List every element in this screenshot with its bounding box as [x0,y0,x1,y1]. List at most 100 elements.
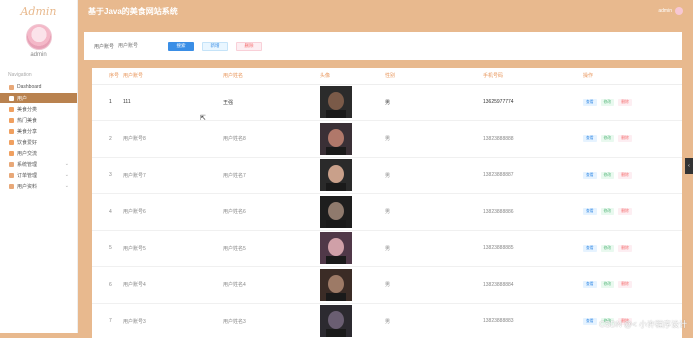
edit-button[interactable]: 修改 [600,171,615,179]
home-icon [9,84,14,90]
sidebar-item-2[interactable]: 美食分类 [0,104,77,114]
edit-button[interactable]: 修改 [600,208,615,216]
table-row[interactable]: 3 用户账号7 用户姓名7 男 13823888887 查看 修改 删除 [92,157,682,194]
user-photo[interactable] [320,122,352,155]
search-label: 用户账号 [94,43,115,50]
cell-actions: 查看 修改 删除 [580,230,682,267]
sidebar-item-label: Dashboard [17,84,42,90]
sidebar-item-8[interactable]: 订单管理 ⌄ [0,170,77,180]
sidebar-item-label: 美食分类 [17,106,38,113]
delete-row-button[interactable]: 删除 [618,171,632,179]
edit-button[interactable]: 修改 [600,244,615,252]
sidebar-item-6[interactable]: 用户交流 [0,148,77,158]
header-name[interactable]: 用户姓名 [220,68,317,85]
sidebar-item-9[interactable]: 用户资料 ⌄ [0,181,77,191]
add-button[interactable]: 新增 [202,41,229,51]
grid-icon [9,106,14,112]
edit-button[interactable]: 修改 [600,281,615,289]
delete-row-button[interactable]: 删除 [618,98,632,106]
sidebar-item-4[interactable]: 美食分享 [0,126,77,136]
cell-gender: 男 [382,120,480,158]
cell-gender: 男 [382,193,480,231]
user-photo[interactable] [320,268,352,301]
cell-gender: 男 [382,230,480,267]
delete-row-button[interactable]: 删除 [618,135,632,143]
watermark: CSDN @< 小许程序设计 [599,320,687,329]
collapse-toggle-icon[interactable]: ‹ [685,158,693,174]
cell-account: 用户账号6 [120,193,220,231]
sidebar-item-0[interactable]: Dashboard [0,82,77,92]
table-row[interactable]: 6 用户账号4 用户姓名4 男 13823888884 查看 修改 删除 [92,266,682,304]
sidebar-item-label: 用户交流 [17,150,38,157]
delete-row-button[interactable]: 删除 [618,244,632,252]
cell-actions: 查看 修改 删除 [580,266,682,304]
delete-button[interactable]: 删除 [236,41,263,51]
top-avatar[interactable] [675,7,683,15]
sidebar-item-1[interactable]: 用户 [0,93,77,103]
cell-index: 2 [106,120,120,158]
chevron-down-icon: ⌄ [64,161,69,167]
edit-button[interactable]: 修改 [600,98,615,106]
checkbox-cell [92,230,106,267]
view-button[interactable]: 查看 [583,171,597,179]
view-button[interactable]: 查看 [583,98,597,106]
grid-icon [9,117,14,123]
sidebar-item-7[interactable]: 系统管理 ⌄ [0,159,77,169]
sidebar-user-name: admin [30,52,47,58]
delete-row-button[interactable]: 删除 [618,208,632,216]
table-row[interactable]: 2 用户账号8 用户姓名8 男 13823888888 查看 修改 删除 [92,120,682,158]
search-button[interactable]: 搜索 [168,41,195,51]
grid-icon [9,139,14,145]
user-photo[interactable] [320,195,352,228]
cell-index: 4 [106,193,120,231]
user-photo[interactable] [320,86,352,119]
checkbox-cell [92,120,106,158]
user-photo[interactable] [320,305,352,338]
cell-account: 用户账号5 [120,230,220,267]
cell-avatar [317,230,382,267]
sidebar-item-label: 订单管理 [17,172,38,179]
checkbox-cell [92,84,106,121]
cell-index: 6 [106,266,120,304]
sidebar-item-label: 用户资料 [17,183,38,190]
header-gender[interactable]: 性别 [382,68,480,85]
cell-phone: 13823888885 [480,230,580,267]
header-account[interactable]: 用户账号 [120,68,220,85]
cell-phone: 13823888887 [480,157,580,194]
sidebar-avatar[interactable] [25,24,52,50]
cell-avatar [317,266,382,304]
user-photo[interactable] [320,232,352,265]
table-row[interactable]: 1 111 王强男 13625977774 查看 修改 删除 [92,84,682,121]
search-input[interactable] [118,41,161,51]
cell-gender: 男 [382,84,480,121]
cell-phone: 13625977774 [480,84,580,121]
cell-name: 用户姓名4 [220,266,317,304]
top-user-name[interactable]: admin [658,8,672,14]
cell-name: 用户姓名6 [220,193,317,231]
view-button[interactable]: 查看 [583,244,597,252]
cell-name: 用户姓名5 [220,230,317,267]
view-button[interactable]: 查看 [583,208,597,216]
chevron-down-icon: ⌄ [64,183,69,189]
checkbox-header[interactable] [92,68,106,85]
cell-index: 3 [106,157,120,194]
header-phone[interactable]: 手机号码 [480,68,580,85]
cell-phone: 13823888888 [480,120,580,158]
cell-actions: 查看 修改 删除 [580,120,682,158]
view-button[interactable]: 查看 [583,281,597,289]
user-photo[interactable] [320,159,352,192]
profile-icon [9,183,14,189]
grid-icon [9,128,14,134]
edit-button[interactable]: 修改 [600,135,615,143]
delete-row-button[interactable]: 删除 [618,281,632,289]
cell-name: 用户姓名8 [220,120,317,158]
sidebar-item-label: 热门美食 [17,117,38,124]
sidebar-item-5[interactable]: 饮食爱好 [0,137,77,147]
view-button[interactable]: 查看 [583,135,597,143]
table-row[interactable]: 5 用户账号5 用户姓名5 男 13823888885 查看 修改 删除 [92,230,682,267]
sidebar-item-3[interactable]: 热门美食 [0,115,77,125]
table-row[interactable]: 4 用户账号6 用户姓名6 男 13823888886 查看 修改 删除 [92,193,682,231]
view-button[interactable]: 查看 [583,317,597,325]
sidebar: Admin admin Navigation Dashboard 用户 美食分类 热门… [0,0,78,333]
header-index[interactable]: 序号 [106,68,120,85]
